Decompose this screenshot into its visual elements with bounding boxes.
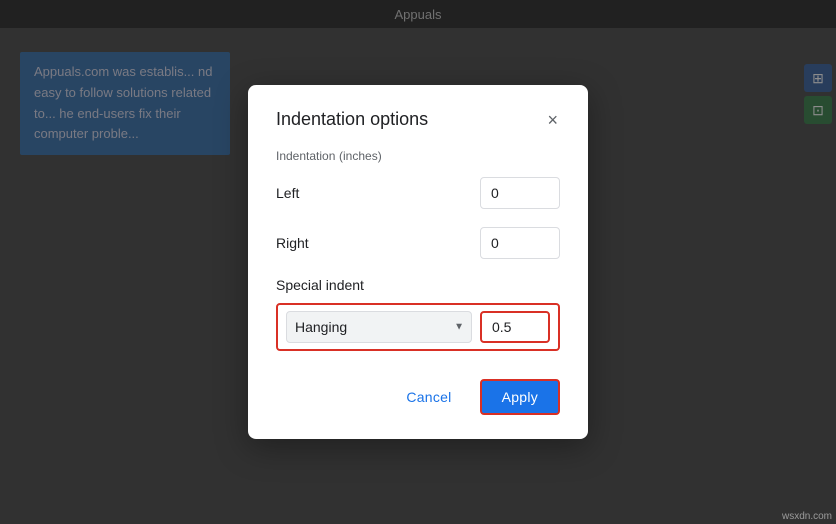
indentation-label-text: Indentation (276, 149, 335, 163)
indentation-unit: (inches) (339, 149, 382, 163)
special-indent-row: None First line Hanging ▼ (276, 303, 560, 351)
watermark: wsxdn.com (782, 511, 832, 522)
dialog-title: Indentation options (276, 109, 428, 130)
cancel-button[interactable]: Cancel (390, 381, 467, 413)
special-indent-select-wrapper: None First line Hanging ▼ (286, 311, 472, 343)
special-indent-value-input[interactable] (480, 311, 550, 343)
left-label: Left (276, 185, 299, 201)
indentation-section-label: Indentation (inches) (276, 148, 560, 163)
left-input[interactable] (480, 177, 560, 209)
close-button[interactable]: × (545, 111, 560, 129)
right-field-row: Right (276, 227, 560, 259)
right-label: Right (276, 235, 309, 251)
indentation-dialog: Indentation options × Indentation (inche… (248, 85, 588, 439)
right-input[interactable] (480, 227, 560, 259)
dialog-header: Indentation options × (276, 109, 560, 130)
left-field-row: Left (276, 177, 560, 209)
dialog-footer: Cancel Apply (276, 379, 560, 415)
special-indent-label: Special indent (276, 277, 560, 293)
special-indent-select[interactable]: None First line Hanging (286, 311, 472, 343)
apply-button[interactable]: Apply (480, 379, 560, 415)
